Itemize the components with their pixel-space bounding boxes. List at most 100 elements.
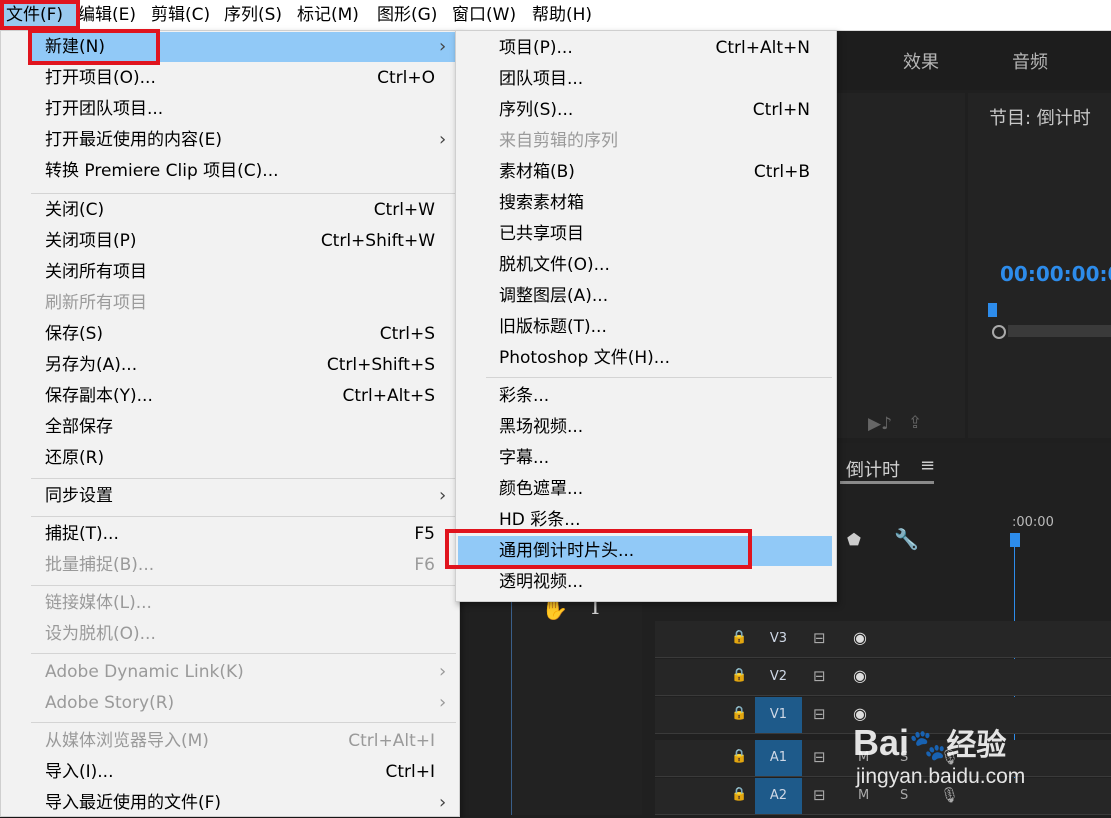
menu-separator bbox=[31, 653, 456, 654]
menu-item-refresh-all[interactable]: 刷新所有项目 bbox=[31, 288, 456, 318]
submenu-item-search-bin[interactable]: 搜索素材箱 bbox=[458, 188, 834, 218]
lock-icon[interactable]: 🔒 bbox=[731, 706, 747, 721]
track-label[interactable]: V3 bbox=[755, 621, 802, 657]
lock-icon[interactable]: 🔒 bbox=[731, 787, 747, 802]
solo-button[interactable]: S bbox=[900, 788, 908, 803]
chevron-right-icon: › bbox=[439, 792, 447, 813]
menu-file[interactable]: 文件(F) bbox=[0, 0, 78, 30]
submenu-item-project[interactable]: 项目(P)... Ctrl+Alt+N bbox=[458, 33, 834, 63]
submenu-item-offline-file[interactable]: 脱机文件(O)... bbox=[458, 250, 834, 280]
submenu-item-universal-countdown[interactable]: 通用倒计时片头... bbox=[458, 536, 832, 566]
submenu-item-transparent-video[interactable]: 透明视频... bbox=[458, 567, 834, 597]
submenu-item-color-matte[interactable]: 颜色遮罩... bbox=[458, 474, 834, 504]
menu-item-close-all[interactable]: 关闭所有项目 bbox=[31, 257, 456, 287]
timeline-playhead-icon[interactable] bbox=[1010, 533, 1020, 547]
menu-item-save[interactable]: 保存(S) Ctrl+S bbox=[31, 319, 456, 349]
sync-icon[interactable]: ⊟ bbox=[813, 786, 826, 804]
timeline-tab[interactable]: 倒计时 bbox=[846, 456, 900, 482]
menu-graphics[interactable]: 图形(G) bbox=[377, 0, 437, 30]
menu-item-close-project[interactable]: 关闭项目(P) Ctrl+Shift+W bbox=[31, 226, 456, 256]
menu-item-new[interactable]: 新建(N) › bbox=[31, 32, 456, 62]
menu-item-import[interactable]: 导入(I)... Ctrl+I bbox=[31, 757, 456, 787]
menu-help[interactable]: 帮助(H) bbox=[532, 0, 592, 30]
submenu-item-adjustment-layer[interactable]: 调整图层(A)... bbox=[458, 281, 834, 311]
submenu-item-sequence[interactable]: 序列(S)... Ctrl+N bbox=[458, 95, 834, 125]
program-monitor-title: 节目: 倒计时 bbox=[989, 108, 1091, 129]
menu-markers[interactable]: 标记(M) bbox=[297, 0, 359, 30]
menu-sequence[interactable]: 序列(S) bbox=[224, 0, 282, 30]
menu-item-capture[interactable]: 捕捉(T)... F5 bbox=[31, 519, 456, 549]
eye-icon[interactable]: ◉ bbox=[853, 628, 867, 647]
sync-icon[interactable]: ⊟ bbox=[813, 629, 826, 647]
chevron-right-icon: › bbox=[439, 661, 447, 682]
chevron-right-icon: › bbox=[439, 485, 447, 506]
submenu-item-shared-project[interactable]: 已共享项目 bbox=[458, 219, 834, 249]
menu-item-link-media[interactable]: 链接媒体(L)... bbox=[31, 588, 456, 618]
menu-item-save-all[interactable]: 全部保存 bbox=[31, 412, 456, 442]
submenu-item-hd-bars[interactable]: HD 彩条... bbox=[458, 505, 834, 535]
timeline-menu-icon[interactable]: ≡ bbox=[920, 455, 935, 476]
menu-item-convert-clip[interactable]: 转换 Premiere Clip 项目(C)... bbox=[31, 156, 456, 186]
paw-icon: 🐾 bbox=[909, 729, 947, 762]
export-frame-icon[interactable]: ▶♪ bbox=[868, 414, 892, 434]
new-submenu: 项目(P)... Ctrl+Alt+N 团队项目... 序列(S)... Ctr… bbox=[455, 30, 837, 602]
lock-icon[interactable]: 🔒 bbox=[731, 749, 747, 764]
submenu-item-black-video[interactable]: 黑场视频... bbox=[458, 412, 834, 442]
menu-item-make-offline[interactable]: 设为脱机(O)... bbox=[31, 619, 456, 649]
menu-edit[interactable]: 编辑(E) bbox=[78, 0, 136, 30]
submenu-item-sequence-from-clip[interactable]: 来自剪辑的序列 bbox=[458, 126, 834, 156]
submenu-item-bars-tone[interactable]: 彩条... bbox=[458, 381, 834, 411]
menu-item-open-recent[interactable]: 打开最近使用的内容(E) › bbox=[31, 125, 456, 155]
menu-item-save-as[interactable]: 另存为(A)... Ctrl+Shift+S bbox=[31, 350, 456, 380]
tab-audio[interactable]: 音频 bbox=[1012, 48, 1048, 74]
track-label[interactable]: V1 bbox=[755, 697, 802, 733]
menu-item-open-team-project[interactable]: 打开团队项目... bbox=[31, 94, 456, 124]
playhead-marker-icon[interactable] bbox=[988, 303, 997, 317]
tools-panel bbox=[511, 590, 642, 815]
menu-item-close[interactable]: 关闭(C) Ctrl+W bbox=[31, 195, 456, 225]
submenu-item-bin[interactable]: 素材箱(B) Ctrl+B bbox=[458, 157, 834, 187]
menu-window[interactable]: 窗口(W) bbox=[452, 0, 516, 30]
submenu-item-legacy-title[interactable]: 旧版标题(T)... bbox=[458, 312, 834, 342]
timeline-ruler-time: :00:00 bbox=[1012, 515, 1054, 530]
program-timecode[interactable]: 00:00:00:00 bbox=[1000, 262, 1111, 286]
track-label[interactable]: V2 bbox=[755, 659, 802, 695]
menu-separator bbox=[31, 722, 456, 723]
menu-item-dynamic-link[interactable]: Adobe Dynamic Link(K) › bbox=[31, 657, 456, 687]
lock-icon[interactable]: 🔒 bbox=[731, 668, 747, 683]
menu-clip[interactable]: 剪辑(C) bbox=[151, 0, 210, 30]
menu-separator bbox=[31, 516, 456, 517]
menu-item-adobe-story[interactable]: Adobe Story(R) › bbox=[31, 688, 456, 718]
menu-item-sync-settings[interactable]: 同步设置 › bbox=[31, 481, 456, 511]
zoom-scroll-handle[interactable] bbox=[992, 325, 1006, 339]
menu-separator bbox=[31, 193, 456, 194]
mute-button[interactable]: M bbox=[858, 788, 869, 803]
tab-effects[interactable]: 效果 bbox=[903, 48, 939, 74]
zoom-scroll-bar[interactable] bbox=[1008, 325, 1111, 337]
source-monitor bbox=[835, 93, 965, 438]
menu-item-batch-capture[interactable]: 批量捕捉(B)... F6 bbox=[31, 550, 456, 580]
watermark-brand-left: Bai bbox=[853, 722, 910, 763]
sync-icon[interactable]: ⊟ bbox=[813, 705, 826, 723]
file-menu: 新建(N) › 打开项目(O)... Ctrl+O 打开团队项目... 打开最近… bbox=[0, 30, 460, 817]
menu-item-open-project[interactable]: 打开项目(O)... Ctrl+O bbox=[31, 63, 456, 93]
track-label[interactable]: A2 bbox=[755, 778, 802, 814]
eye-icon[interactable]: ◉ bbox=[853, 666, 867, 685]
submenu-item-captions[interactable]: 字幕... bbox=[458, 443, 834, 473]
menu-item-save-copy[interactable]: 保存副本(Y)... Ctrl+Alt+S bbox=[31, 381, 456, 411]
menu-item-revert[interactable]: 还原(R) bbox=[31, 443, 456, 473]
marker-icon[interactable]: ⬟ bbox=[847, 530, 861, 549]
chevron-right-icon: › bbox=[439, 129, 447, 150]
sync-icon[interactable]: ⊟ bbox=[813, 667, 826, 685]
lock-icon[interactable]: 🔒 bbox=[731, 630, 747, 645]
watermark-brand-right: 经验 bbox=[946, 729, 1007, 762]
share-icon[interactable]: ⇪ bbox=[908, 413, 922, 433]
sync-icon[interactable]: ⊟ bbox=[813, 748, 826, 766]
wrench-icon[interactable]: 🔧 bbox=[894, 527, 919, 551]
track-label[interactable]: A1 bbox=[755, 740, 802, 776]
menu-item-import-recent[interactable]: 导入最近使用的文件(F) › bbox=[31, 788, 456, 818]
submenu-item-photoshop-file[interactable]: Photoshop 文件(H)... bbox=[458, 343, 834, 373]
menu-item-import-from-browser[interactable]: 从媒体浏览器导入(M) Ctrl+Alt+I bbox=[31, 726, 456, 756]
submenu-item-team-project[interactable]: 团队项目... bbox=[458, 64, 834, 94]
menu-separator bbox=[31, 478, 456, 479]
